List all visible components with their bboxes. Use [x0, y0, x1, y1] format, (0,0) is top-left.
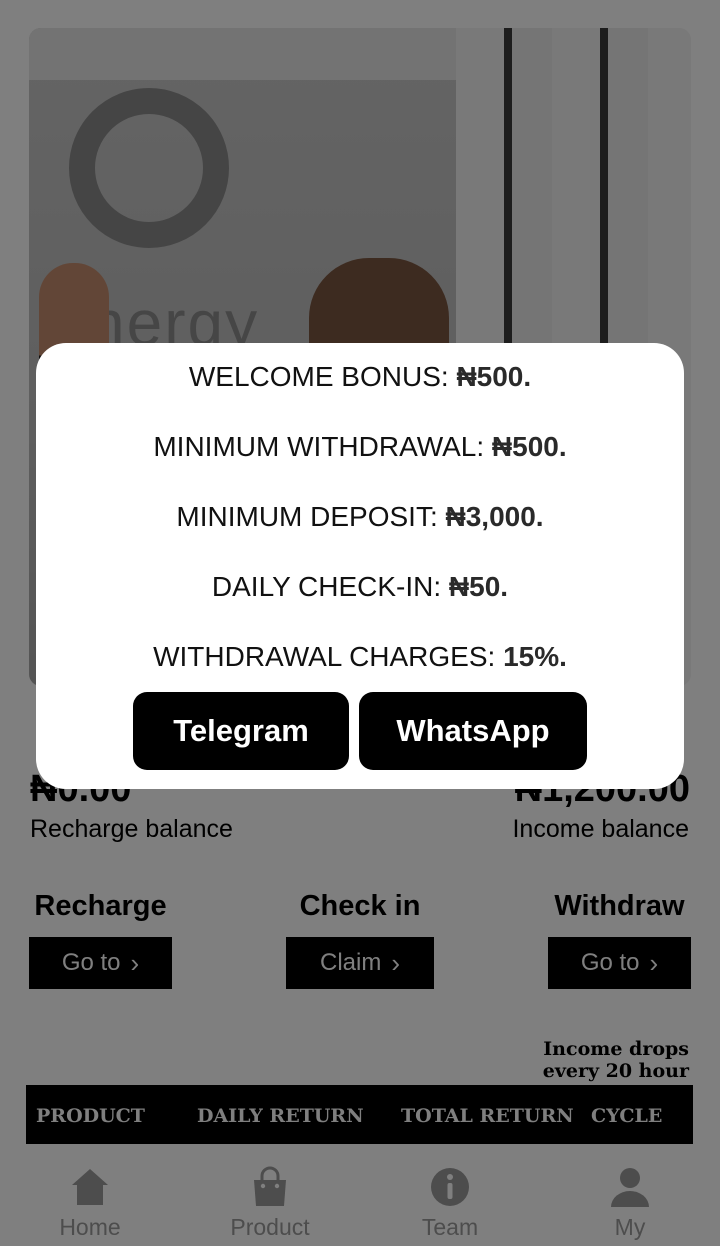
notice-dialog: WELCOME BONUS: ₦500. MINIMUM WITHDRAWAL:… — [36, 343, 684, 789]
line-value: 15%. — [503, 641, 567, 672]
home-page: nergy ₦0.00 Recharge balance ₦1,200.00 I… — [0, 0, 720, 1246]
line-label: MINIMUM WITHDRAWAL: — [153, 431, 492, 462]
line-value: ₦500. — [491, 431, 567, 462]
minimum-deposit-line: MINIMUM DEPOSIT: ₦3,000. — [36, 501, 684, 533]
line-label: WELCOME BONUS: — [188, 361, 457, 392]
line-label: MINIMUM DEPOSIT: — [176, 501, 446, 532]
line-value: ₦500. — [456, 361, 532, 392]
line-label: DAILY CHECK-IN: — [211, 571, 449, 602]
minimum-withdrawal-line: MINIMUM WITHDRAWAL: ₦500. — [36, 431, 684, 463]
welcome-bonus-line: WELCOME BONUS: ₦500. — [36, 361, 684, 393]
line-value: ₦3,000. — [445, 501, 544, 532]
line-value: ₦50. — [448, 571, 509, 602]
line-label: WITHDRAWAL CHARGES: — [153, 641, 504, 672]
telegram-button[interactable]: Telegram — [133, 692, 349, 770]
withdrawal-charges-line: WITHDRAWAL CHARGES: 15%. — [36, 641, 684, 673]
whatsapp-button[interactable]: WhatsApp — [359, 692, 587, 770]
daily-check-in-line: DAILY CHECK-IN: ₦50. — [36, 571, 684, 603]
